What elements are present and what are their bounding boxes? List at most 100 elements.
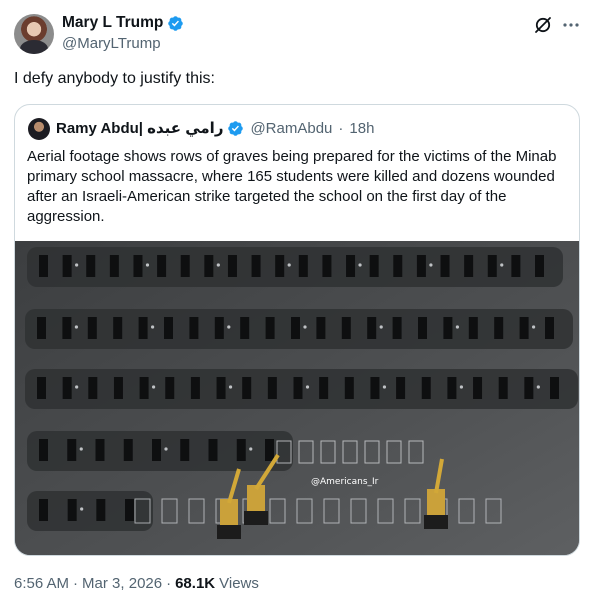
grave-pit — [227, 255, 237, 277]
grave-pit — [369, 255, 379, 277]
person-dot — [455, 325, 459, 329]
grave-pit — [494, 317, 504, 339]
grave-pit — [341, 317, 351, 339]
quoted-author-name[interactable]: Ramy Abdu| رامي عبده — [56, 119, 223, 137]
person-dot — [500, 263, 504, 267]
grave-pit — [152, 439, 161, 461]
person-dot — [152, 385, 156, 389]
grave-pit — [511, 255, 521, 277]
grave-pit — [464, 255, 474, 277]
person-dot — [145, 263, 150, 267]
grave-pit — [39, 439, 48, 461]
grave-pit — [498, 377, 508, 399]
more-horizontal-icon[interactable] — [561, 15, 581, 35]
grave-pit — [396, 377, 406, 399]
person-dot — [287, 263, 291, 267]
grave-pit — [62, 317, 72, 339]
grave-pit — [291, 317, 300, 339]
grok-slash-icon[interactable] — [533, 15, 553, 35]
grave-pit — [216, 377, 226, 399]
grave-pit — [319, 377, 329, 399]
grave-pit — [86, 255, 96, 277]
grave-pit — [123, 439, 133, 461]
grave-pit — [316, 317, 326, 339]
quoted-text: Aerial footage shows rows of graves bein… — [27, 148, 557, 225]
dirt-mound-row — [27, 247, 563, 287]
grave-pit — [443, 317, 453, 339]
avatar[interactable] — [14, 14, 54, 54]
grave-pit — [113, 317, 123, 339]
grave-pit — [214, 317, 224, 339]
grave-pit — [240, 317, 250, 339]
views-label: Views — [219, 575, 259, 592]
grave-pit — [468, 317, 478, 339]
grave-pit — [367, 317, 377, 339]
person-dot — [75, 385, 79, 389]
grave-pit — [157, 255, 167, 277]
grave-pit — [39, 255, 48, 277]
footer-dot: · — [166, 575, 172, 592]
grave-pit — [164, 317, 173, 339]
person-dot — [536, 385, 540, 389]
person-dot — [164, 447, 168, 451]
author-name-row[interactable]: Mary L Trump — [62, 14, 184, 32]
post-date[interactable]: Mar 3, 2026 — [82, 575, 162, 592]
grave-pit — [37, 317, 46, 339]
person-dot — [303, 325, 307, 329]
quoted-age[interactable]: 18h — [349, 120, 374, 137]
aerial-graves-image — [15, 241, 579, 555]
grave-pit — [242, 377, 252, 399]
quoted-tweet[interactable]: Ramy Abdu| رامي عبده @RamAbdu · 18h Aeri… — [14, 104, 580, 556]
grave-pit — [109, 255, 119, 277]
grave-pit — [165, 377, 175, 399]
footer-dot: · — [73, 575, 79, 592]
grave-pit — [62, 377, 72, 399]
verified-badge-icon — [168, 15, 184, 31]
grave-pit — [190, 377, 200, 399]
person-dot — [79, 447, 83, 451]
views-count[interactable]: 68.1K — [175, 575, 215, 592]
grave-pit — [545, 317, 554, 339]
tweet-footer: 6:56 AM · Mar 3, 2026 · 68.1K Views — [14, 575, 259, 592]
person-dot — [532, 325, 536, 329]
grave-pit — [180, 439, 190, 461]
tweet-text: I defy anybody to justify this: — [14, 70, 215, 87]
person-dot — [249, 447, 253, 451]
grave-pit — [236, 439, 246, 461]
person-dot — [429, 263, 433, 267]
quoted-handle[interactable]: @RamAbdu — [250, 120, 332, 137]
author-name[interactable]: Mary L Trump — [62, 14, 163, 32]
grave-pit — [87, 317, 97, 339]
excavator-body — [427, 489, 445, 519]
excavator-track — [244, 511, 268, 525]
tweet-card: Mary L Trump @MaryLTrump I defy anybody … — [0, 0, 598, 612]
grave-pit — [189, 317, 199, 339]
person-dot — [227, 325, 231, 329]
grave-pit — [204, 255, 214, 277]
excavator-body — [247, 485, 265, 515]
author-handle[interactable]: @MaryLTrump — [62, 35, 161, 52]
excavator-body — [220, 499, 238, 529]
person-dot — [216, 263, 220, 267]
grave-pit — [393, 255, 403, 277]
grave-pit — [344, 377, 354, 399]
grave-pit — [550, 377, 559, 399]
quoted-avatar[interactable] — [28, 118, 50, 140]
quoted-separator: · — [338, 119, 344, 137]
person-dot — [228, 385, 233, 389]
grave-pit — [293, 377, 303, 399]
person-dot — [382, 385, 387, 389]
grave-pit — [67, 439, 77, 461]
grave-pit — [298, 255, 308, 277]
grave-pit — [39, 499, 48, 521]
person-dot — [358, 263, 362, 267]
quoted-photo[interactable]: @Americans_Ir — [15, 241, 579, 555]
grave-pit — [346, 255, 356, 277]
grave-pit — [322, 255, 332, 277]
grave-pit — [535, 255, 544, 277]
avatar-shirt — [20, 40, 48, 54]
quoted-header: Ramy Abdu| رامي عبده @RamAbdu · 18h — [56, 119, 374, 138]
post-time[interactable]: 6:56 AM — [14, 575, 69, 592]
grave-pit — [138, 317, 148, 339]
grave-pit — [95, 439, 105, 461]
